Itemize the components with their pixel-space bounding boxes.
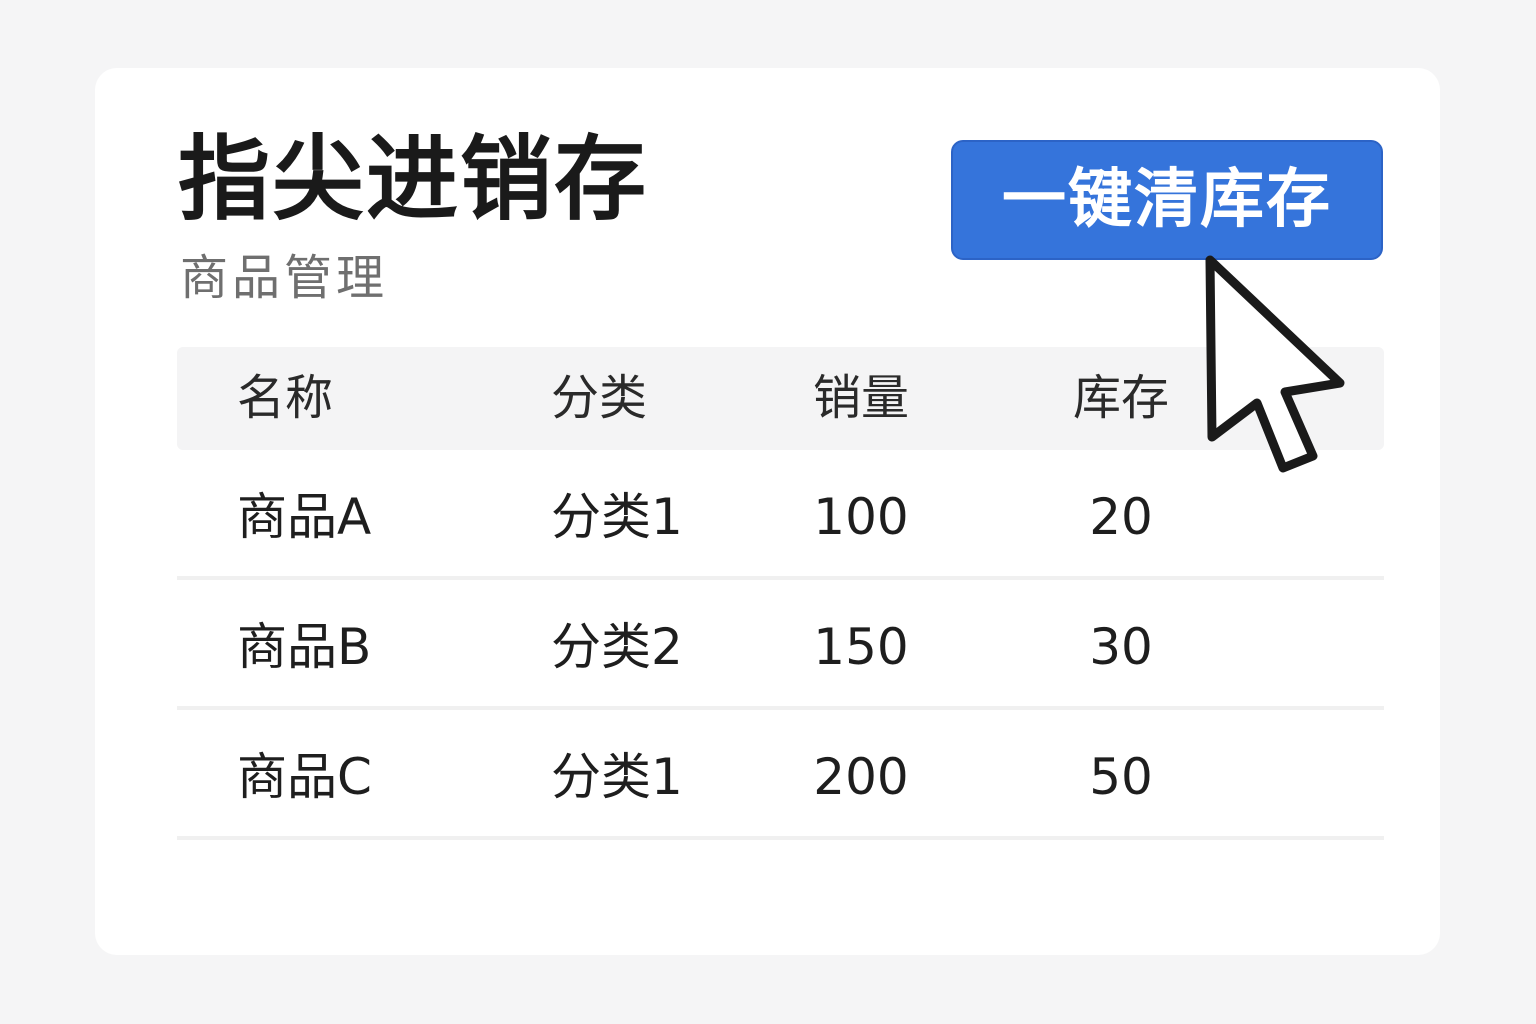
- column-header-name[interactable]: 名称: [237, 347, 333, 450]
- app-title: 指尖进销存: [178, 126, 649, 233]
- cell-stock: 50: [1089, 748, 1153, 806]
- clear-stock-button[interactable]: 一键清库存: [951, 140, 1383, 260]
- cell-name: 商品C: [237, 748, 372, 806]
- cell-name: 商品B: [237, 618, 372, 676]
- cell-category: 分类1: [551, 488, 683, 546]
- cell-category: 分类1: [551, 748, 683, 806]
- table-row[interactable]: 商品C 分类1 200 50: [177, 710, 1384, 840]
- cell-stock: 20: [1089, 488, 1153, 546]
- table-header-row: 名称 分类 销量 库存: [177, 347, 1384, 450]
- table-row[interactable]: 商品B 分类2 150 30: [177, 580, 1384, 710]
- cell-category: 分类2: [551, 618, 683, 676]
- cell-name: 商品A: [237, 488, 372, 546]
- column-header-stock[interactable]: 库存: [1067, 347, 1175, 450]
- cell-sales: 150: [813, 618, 909, 676]
- page-subtitle: 商品管理: [180, 250, 389, 306]
- column-header-category[interactable]: 分类: [551, 347, 647, 450]
- cell-stock: 30: [1089, 618, 1153, 676]
- cell-sales: 200: [813, 748, 909, 806]
- product-table: 名称 分类 销量 库存 商品A 分类1 100 20 商品B 分类2 150 3…: [177, 347, 1384, 840]
- column-header-sales[interactable]: 销量: [809, 347, 913, 450]
- table-row[interactable]: 商品A 分类1 100 20: [177, 450, 1384, 580]
- cell-sales: 100: [813, 488, 909, 546]
